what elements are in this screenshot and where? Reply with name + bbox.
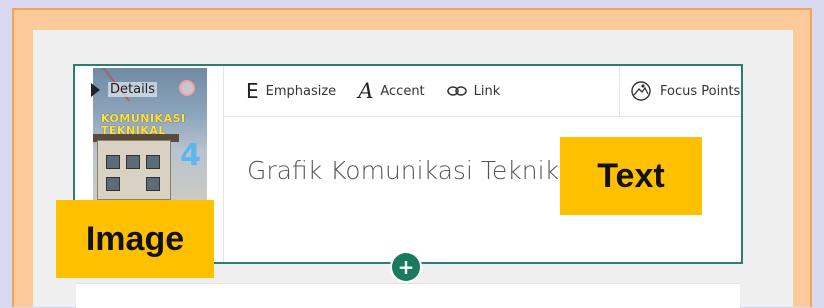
house-illustration [97, 140, 171, 200]
book-volume-number: 4 [180, 138, 201, 173]
emphasize-button[interactable]: E Emphasize [246, 79, 336, 103]
caret-right-icon [91, 82, 100, 97]
focus-points-button[interactable]: Focus Points [619, 66, 741, 116]
house-window [126, 155, 140, 169]
next-card-edge [76, 283, 740, 308]
image-annotation-label: Image [56, 200, 214, 278]
house-window [106, 155, 120, 169]
house-window [146, 155, 160, 169]
focus-points-label: Focus Points [660, 83, 741, 99]
remove-image-icon[interactable] [179, 80, 195, 96]
card-title-text[interactable]: Grafik Komunikasi Teknikal [247, 156, 581, 185]
text-annotation-label: Text [560, 137, 702, 215]
link-button[interactable]: Link [446, 83, 501, 99]
focus-points-icon [631, 81, 651, 101]
link-icon [446, 86, 467, 96]
house-window [146, 177, 160, 191]
details-toggle[interactable]: Details [91, 82, 158, 97]
details-label: Details [108, 82, 158, 97]
emphasize-label: Emphasize [265, 83, 337, 99]
house-window [106, 177, 120, 191]
accent-icon: A [358, 79, 374, 103]
emphasize-icon: E [246, 79, 259, 103]
add-card-button[interactable]: + [392, 253, 420, 281]
accent-button[interactable]: A Accent [358, 79, 424, 103]
accent-label: Accent [380, 83, 425, 99]
text-toolbar: E Emphasize A Accent Link Focus Points [224, 66, 741, 117]
link-label: Link [473, 83, 501, 99]
